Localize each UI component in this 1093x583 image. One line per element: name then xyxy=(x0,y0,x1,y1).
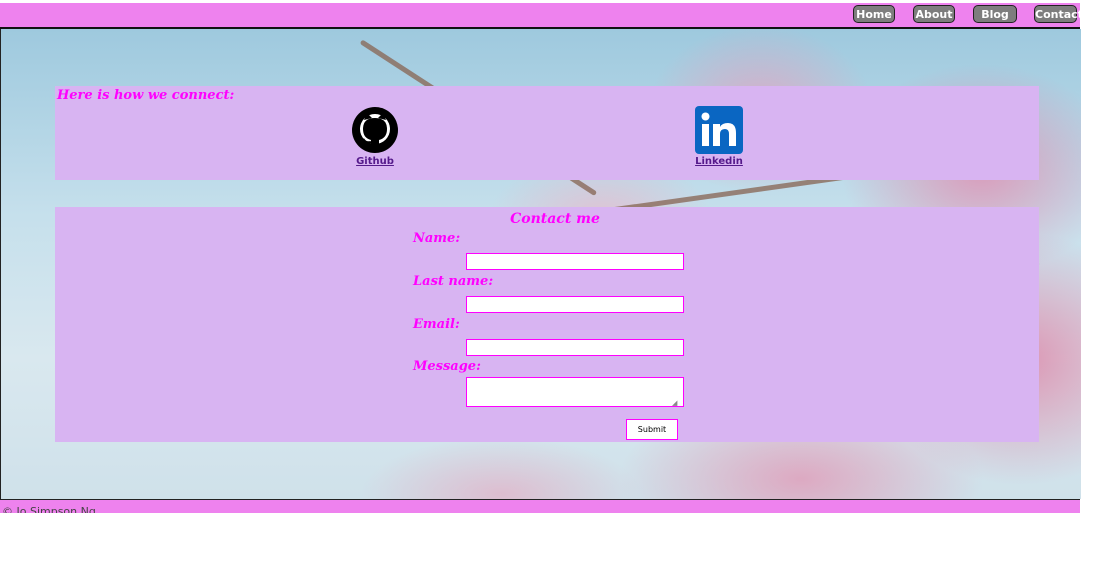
nav-home-button[interactable]: Home xyxy=(853,5,895,23)
name-field[interactable] xyxy=(466,253,684,270)
submit-button[interactable]: Submit xyxy=(626,419,678,440)
contact-form-section: Contact me Name: Last name: Email: Messa… xyxy=(55,207,1039,442)
linkedin-item: Linkedin xyxy=(689,106,749,167)
message-field[interactable] xyxy=(466,377,684,407)
message-label: Message: xyxy=(413,359,481,374)
page: Home About Blog Contact Here is how we c… xyxy=(0,0,1093,583)
github-link[interactable]: Github xyxy=(345,156,405,167)
resize-grip-icon[interactable]: ◢ xyxy=(672,400,678,407)
linkedin-icon[interactable] xyxy=(689,106,749,154)
github-item: Github xyxy=(345,106,405,167)
name-label: Name: xyxy=(413,231,461,246)
email-field[interactable] xyxy=(466,339,684,356)
nav-blog-button[interactable]: Blog xyxy=(973,5,1017,23)
connect-heading: Here is how we connect: xyxy=(57,88,235,103)
connect-section: Here is how we connect: Github Linkedin xyxy=(55,86,1039,180)
nav-contact-button[interactable]: Contact xyxy=(1034,5,1083,23)
last-name-label: Last name: xyxy=(413,274,494,289)
footer: © Jo Simpson Ng xyxy=(0,499,1080,513)
footer-copyright: © Jo Simpson Ng xyxy=(2,505,96,513)
top-nav-bar: Home About Blog Contact xyxy=(0,3,1083,29)
email-label: Email: xyxy=(413,317,460,332)
linkedin-link[interactable]: Linkedin xyxy=(689,156,749,167)
contact-heading: Contact me xyxy=(510,211,600,227)
last-name-field[interactable] xyxy=(466,296,684,313)
github-icon[interactable] xyxy=(345,106,405,154)
nav-about-button[interactable]: About xyxy=(913,5,955,23)
